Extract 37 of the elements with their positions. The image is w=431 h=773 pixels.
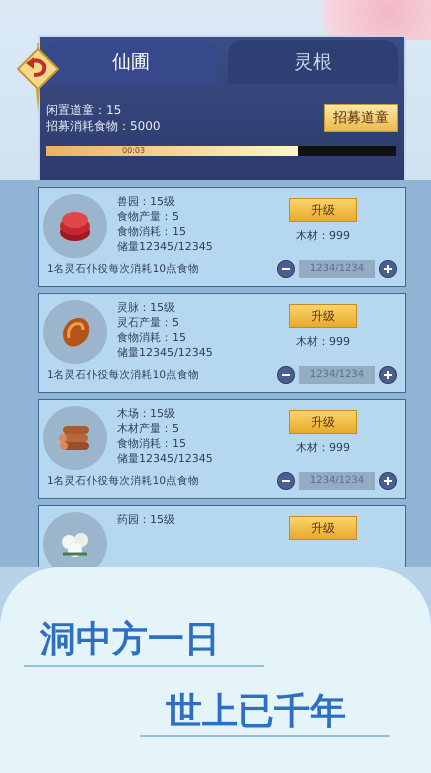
consume-stat: 食物消耗：15: [117, 436, 187, 451]
slogan: 洞中方一日: [40, 617, 221, 661]
building-level: 木场：15级: [117, 406, 176, 421]
tab[interactable]: 灵根: [228, 40, 398, 84]
consume-stat: 食物消耗：15: [117, 330, 187, 345]
idle-count: 闲置道童：15: [46, 102, 122, 118]
plus-button[interactable]: [379, 260, 397, 278]
recruit-button[interactable]: 招募道童: [324, 104, 398, 132]
worker-note: 1名灵石仆役每次消耗10点食物: [46, 474, 200, 488]
minus-button[interactable]: [277, 260, 295, 278]
storage-stat: 储量12345/12345: [117, 239, 214, 254]
recruit-cost: 招募消耗食物：5000: [46, 118, 161, 134]
storage-stat: 储量12345/12345: [117, 345, 214, 360]
timer-label: 00:03: [122, 146, 146, 156]
plus-button[interactable]: [379, 366, 397, 384]
output-stat: 灵石产量：5: [117, 315, 180, 330]
wood-cost: 木材：999: [296, 440, 350, 455]
worker-note: 1名灵石仆役每次消耗10点食物: [46, 262, 200, 276]
upgrade-button[interactable]: 升级: [289, 410, 357, 434]
wood-cost: 木材：999: [296, 228, 350, 243]
plus-button[interactable]: [379, 472, 397, 490]
upgrade-button[interactable]: 升级: [289, 304, 357, 328]
building-level: 兽园：15级: [117, 194, 176, 209]
upgrade-button[interactable]: 升级: [289, 516, 357, 540]
minus-button[interactable]: [277, 472, 295, 490]
storage-stat: 储量12345/12345: [117, 451, 214, 466]
worker-note: 1名灵石仆役每次消耗10点食物: [46, 368, 200, 382]
slogan: 世上已千年: [166, 689, 347, 733]
tab[interactable]: 仙圃: [46, 40, 216, 84]
upgrade-button[interactable]: 升级: [289, 198, 357, 222]
building-level: 药园：15级: [117, 512, 176, 527]
output-stat: 食物产量：5: [117, 209, 180, 224]
wood-cost: 木材：999: [296, 334, 350, 349]
consume-stat: 食物消耗：15: [117, 224, 187, 239]
building-level: 灵脉：15级: [117, 300, 176, 315]
minus-button[interactable]: [277, 366, 295, 384]
output-stat: 木材产量：5: [117, 421, 180, 436]
